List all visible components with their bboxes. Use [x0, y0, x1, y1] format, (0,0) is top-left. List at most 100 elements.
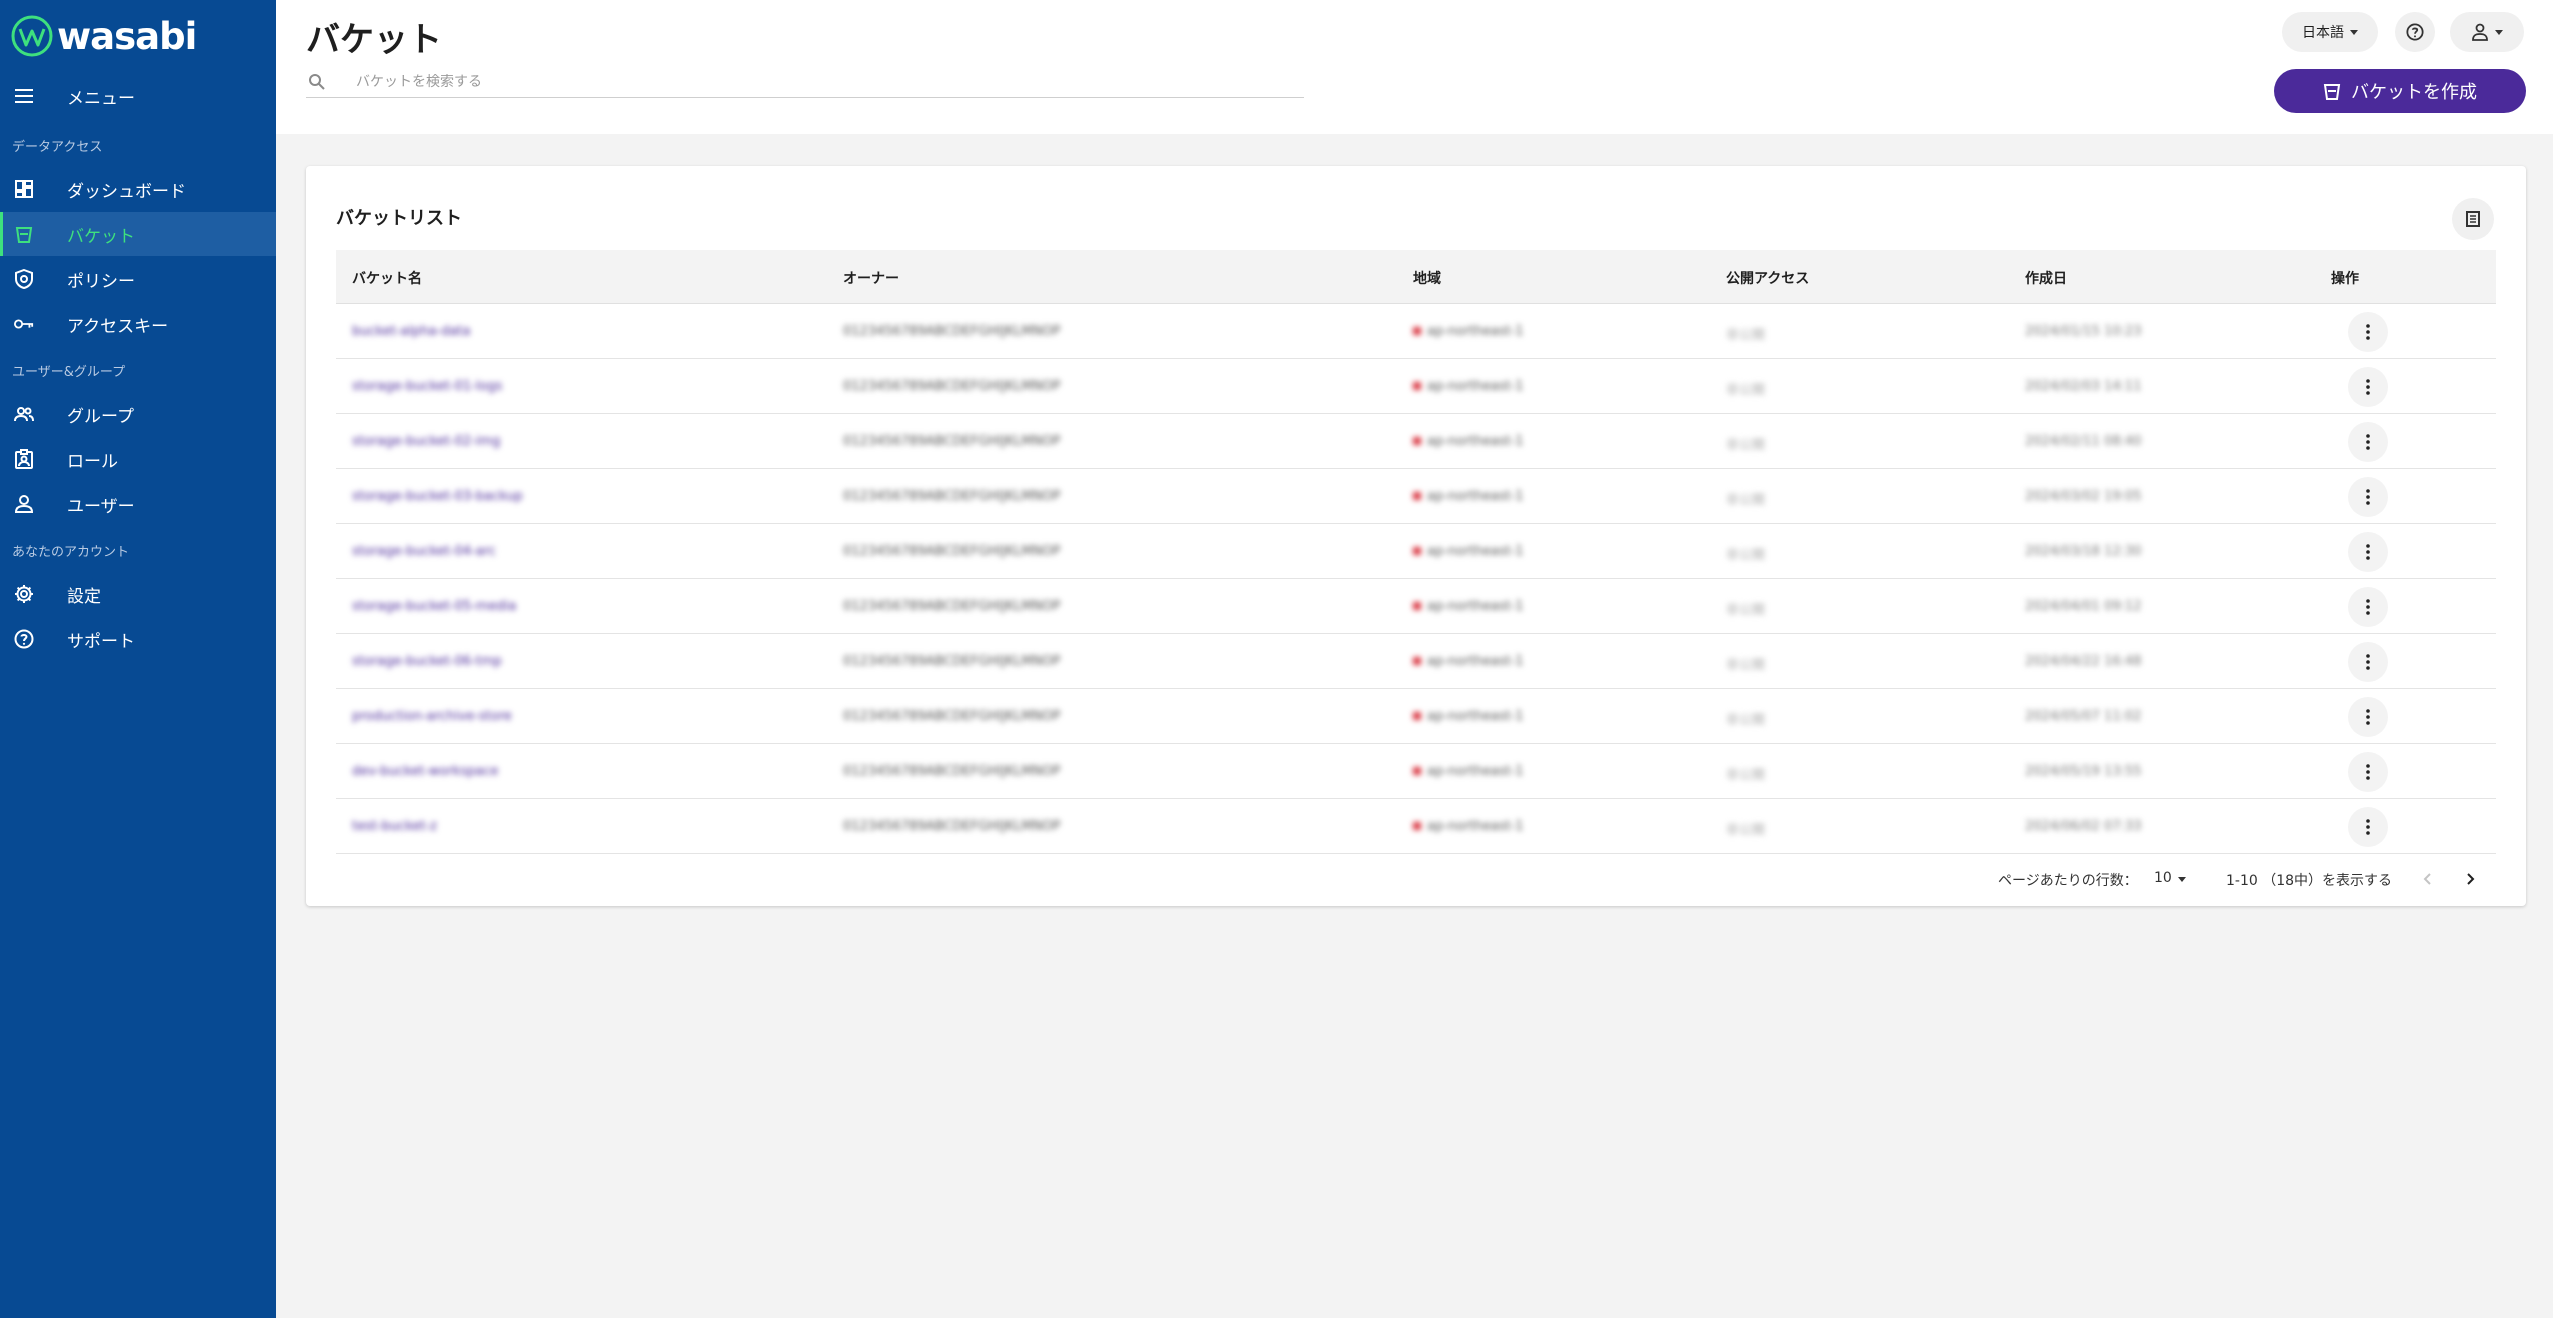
sidebar-item-access-keys[interactable]: アクセスキー — [0, 302, 276, 346]
bucket-icon — [2323, 84, 2341, 100]
help-button[interactable] — [2395, 12, 2435, 52]
wasabi-logo-icon — [11, 15, 53, 57]
row-actions-button[interactable] — [2348, 752, 2388, 792]
sidebar-item-label: ユーザー — [67, 496, 135, 517]
caret-down-icon — [2495, 29, 2503, 35]
row-actions-button[interactable] — [2348, 367, 2388, 407]
column-header-public-access[interactable]: 公開アクセス — [1726, 268, 1809, 288]
more-vertical-icon — [2366, 324, 2370, 340]
row-actions-button[interactable] — [2348, 422, 2388, 462]
bucket-name-link[interactable]: bucket-alpha-data — [352, 324, 471, 339]
sidebar-item-roles[interactable]: ロール — [0, 437, 276, 481]
column-header-owner[interactable]: オーナー — [843, 268, 899, 288]
bucket-owner: 0123456789ABCDEFGHIJKLMNOP — [843, 434, 1061, 449]
bucket-name-link[interactable]: storage-bucket-06-tmp — [352, 654, 502, 669]
bucket-name-link[interactable]: production-archive-store — [352, 709, 512, 724]
row-actions-button[interactable] — [2348, 587, 2388, 627]
search-input[interactable] — [356, 73, 1256, 90]
menu-toggle[interactable]: メニュー — [0, 78, 276, 114]
gear-icon — [14, 584, 34, 604]
sidebar-item-users[interactable]: ユーザー — [0, 482, 276, 526]
sidebar-item-bucket[interactable]: バケット — [0, 212, 276, 256]
previous-page-button[interactable] — [2412, 864, 2442, 894]
row-actions-button[interactable] — [2348, 807, 2388, 847]
columns-icon — [2466, 211, 2480, 227]
bucket-table: バケット名 オーナー 地域 公開アクセス 作成日 操作 bucket-alpha… — [336, 250, 2496, 854]
bucket-region: ap-northeast-1 — [1413, 654, 1524, 669]
sidebar-item-policy[interactable]: ポリシー — [0, 257, 276, 301]
sidebar-item-label: グループ — [67, 406, 134, 427]
sidebar-item-label: サポート — [67, 631, 135, 652]
language-label: 日本語 — [2302, 25, 2344, 41]
more-vertical-icon — [2366, 819, 2370, 835]
group-icon — [14, 404, 34, 424]
table-row: storage-bucket-02-img 0123456789ABCDEFGHI… — [336, 414, 2496, 469]
column-settings-button[interactable] — [2452, 198, 2494, 240]
table-row: dev-bucket-workspace 0123456789ABCDEFGHIJ… — [336, 744, 2496, 799]
bucket-created-date: 2024/02/03 14:11 — [2025, 379, 2142, 394]
page-title: バケット — [306, 20, 442, 60]
sidebar-item-dashboard[interactable]: ダッシュボード — [0, 167, 276, 211]
bucket-owner: 0123456789ABCDEFGHIJKLMNOP — [843, 654, 1061, 669]
bucket-region: ap-northeast-1 — [1413, 489, 1524, 504]
section-data-access: データアクセス — [12, 140, 103, 155]
row-actions-button[interactable] — [2348, 642, 2388, 682]
sidebar-item-label: ダッシュボード — [67, 181, 186, 202]
column-header-region[interactable]: 地域 — [1413, 268, 1441, 288]
pagination: ページあたりの行数： 10 1-10 （18中）を表示する — [306, 864, 2526, 894]
row-actions-button[interactable] — [2348, 312, 2388, 352]
row-actions-button[interactable] — [2348, 532, 2388, 572]
sidebar-item-label: ポリシー — [67, 271, 135, 292]
row-actions-button[interactable] — [2348, 477, 2388, 517]
table-row: storage-bucket-05-media 0123456789ABCDEFG… — [336, 579, 2496, 634]
sidebar-item-label: 設定 — [67, 586, 101, 607]
bucket-name-link[interactable]: storage-bucket-04-arc — [352, 544, 496, 559]
help-circle-icon — [2406, 23, 2424, 41]
card-title: バケットリスト — [336, 208, 462, 229]
bucket-region: ap-northeast-1 — [1413, 764, 1524, 779]
rows-per-page-value: 10 — [2154, 870, 2172, 886]
region-flag-icon — [1413, 657, 1421, 665]
bucket-region-text: ap-northeast-1 — [1427, 434, 1524, 449]
next-page-button[interactable] — [2456, 864, 2486, 894]
bucket-region: ap-northeast-1 — [1413, 709, 1524, 724]
create-bucket-button[interactable]: バケットを作成 — [2274, 69, 2526, 113]
bucket-created-date: 2024/06/02 07:33 — [2025, 819, 2142, 834]
bucket-public-access: 非公開 — [1726, 658, 1766, 673]
region-flag-icon — [1413, 767, 1421, 775]
bucket-owner: 0123456789ABCDEFGHIJKLMNOP — [843, 379, 1061, 394]
bucket-name-link[interactable]: storage-bucket-01-logs — [352, 379, 502, 394]
menu-label: メニュー — [67, 88, 135, 109]
bucket-name-link[interactable]: storage-bucket-05-media — [352, 599, 516, 614]
bucket-owner: 0123456789ABCDEFGHIJKLMNOP — [843, 599, 1061, 614]
search-bar — [306, 66, 1304, 98]
bucket-name-link[interactable]: test-bucket-z — [352, 819, 437, 834]
column-header-created[interactable]: 作成日 — [2025, 268, 2067, 288]
sidebar-item-settings[interactable]: 設定 — [0, 572, 276, 616]
row-actions-button[interactable] — [2348, 697, 2388, 737]
rows-per-page-select[interactable]: 10 — [2154, 870, 2186, 886]
bucket-region-text: ap-northeast-1 — [1427, 544, 1524, 559]
language-selector[interactable]: 日本語 — [2282, 12, 2378, 52]
more-vertical-icon — [2366, 764, 2370, 780]
more-vertical-icon — [2366, 544, 2370, 560]
bucket-name-link[interactable]: storage-bucket-02-img — [352, 434, 500, 449]
bucket-created-date: 2024/05/19 13:55 — [2025, 764, 2142, 779]
sidebar-item-groups[interactable]: グループ — [0, 392, 276, 436]
bucket-region: ap-northeast-1 — [1413, 324, 1524, 339]
user-menu-button[interactable] — [2450, 12, 2524, 52]
help-circle-icon — [14, 629, 34, 649]
wasabi-logo[interactable]: wasabi — [11, 14, 197, 58]
region-flag-icon — [1413, 382, 1421, 390]
bucket-name-link[interactable]: dev-bucket-workspace — [352, 764, 498, 779]
bucket-public-access: 非公開 — [1726, 328, 1766, 343]
dashboard-icon — [14, 179, 34, 199]
bucket-region-text: ap-northeast-1 — [1427, 599, 1524, 614]
bucket-owner: 0123456789ABCDEFGHIJKLMNOP — [843, 324, 1061, 339]
sidebar: wasabi メニュー データアクセス ダッシュボード バケット ポリシー アク… — [0, 0, 276, 1318]
bucket-name-link[interactable]: storage-bucket-03-backup — [352, 489, 523, 504]
column-header-name[interactable]: バケット名 — [352, 268, 422, 288]
sidebar-item-support[interactable]: サポート — [0, 617, 276, 661]
pagination-range: 1-10 （18中）を表示する — [2226, 873, 2393, 889]
section-users-groups: ユーザー&グループ — [12, 365, 126, 380]
